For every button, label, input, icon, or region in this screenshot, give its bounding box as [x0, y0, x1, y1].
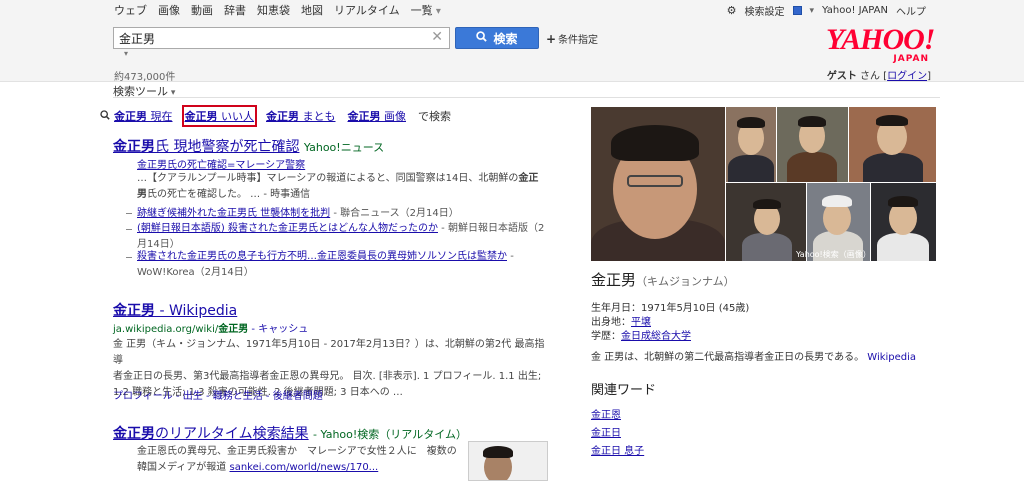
kp-main-photo[interactable]: [591, 107, 725, 261]
related-searches: 金正男 現在 金正男 いい人 金正男 まとも 金正男 画像 で検索: [100, 105, 451, 127]
nav-realtime[interactable]: リアルタイム: [334, 2, 400, 18]
kp-thumb-3[interactable]: [849, 107, 936, 182]
kp-related-heading: 関連ワード: [591, 383, 657, 398]
nav-video[interactable]: 動画: [191, 2, 213, 18]
search-box: ✕: [113, 27, 450, 49]
kp-related-item[interactable]: 金正日 息子: [591, 442, 644, 457]
yahoo-logo[interactable]: YAHOO! JAPAN: [826, 23, 935, 65]
cache-link[interactable]: - キャッシュ: [251, 324, 308, 335]
conditions-link[interactable]: + 条件指定: [546, 31, 598, 46]
nav-map[interactable]: 地図: [301, 2, 323, 18]
result-news-link-1: 跡継ぎ候補外れた金正男氏 世襲体制を批判 - 聯合ニュース（2月14日）: [137, 208, 459, 219]
nav-more[interactable]: 一覧: [411, 2, 441, 18]
result-title-1[interactable]: 金正男氏 現地警察が死亡確認 Yahoo!ニュース: [113, 136, 384, 156]
kp-thumb-1[interactable]: [726, 107, 776, 182]
result-sub-headline[interactable]: 金正男氏の死亡確認=マレーシア警察: [137, 156, 305, 171]
kp-birth: 生年月日：1971年5月10日 (45歳): [591, 303, 750, 314]
kp-thumb-2[interactable]: [777, 107, 848, 182]
guest-close: ]: [927, 71, 931, 82]
result-count: 約473,000件: [114, 72, 176, 83]
result-thumbnail[interactable]: [468, 441, 548, 481]
top-right-links: ⚙ 検索設定 ▾ Yahoo! JAPAN ヘルプ: [727, 3, 926, 18]
kp-wikipedia-link[interactable]: Wikipedia: [867, 352, 916, 363]
kp-image-caption[interactable]: Yahoo!検索（画像）: [796, 249, 871, 260]
bullet: [126, 257, 132, 258]
theme-square-icon[interactable]: [792, 6, 802, 15]
nav-images[interactable]: 画像: [158, 2, 180, 18]
related-item-genzai[interactable]: 金正男 現在: [114, 108, 173, 124]
kp-related-item[interactable]: 金正恩: [591, 406, 621, 421]
related-item-iihito[interactable]: 金正男 いい人: [181, 105, 257, 127]
result-sitelinks[interactable]: プロフィール - 出生 - 職務と生活 - 後継者問題: [113, 387, 323, 402]
header: ウェブ 画像 動画 辞書 知恵袋 地図 リアルタイム 一覧 ⚙ 検索設定 ▾ Y…: [0, 0, 1024, 83]
search-icon: [100, 109, 110, 123]
yahoo-japan-link[interactable]: Yahoo! JAPAN: [822, 5, 888, 16]
plus-icon: +: [546, 32, 557, 46]
kp-thumb-4[interactable]: [726, 183, 806, 261]
search-button[interactable]: 検索: [455, 27, 539, 49]
kp-related-item[interactable]: 金正日: [591, 424, 621, 439]
related-item-gazou[interactable]: 金正男 画像: [348, 108, 407, 124]
realtime-link[interactable]: sankei.com/world/news/170...: [230, 462, 379, 473]
result-source-3: - Yahoo!検索（リアルタイム）: [313, 428, 467, 441]
result-url-2: ja.wikipedia.org/wiki/金正男 - キャッシュ: [113, 324, 309, 335]
search-assist-toggle-icon[interactable]: ▾: [124, 49, 128, 58]
service-nav: ウェブ 画像 動画 辞書 知恵袋 地図 リアルタイム 一覧: [114, 2, 441, 18]
clear-icon[interactable]: ✕: [431, 29, 443, 45]
result-snippet-3: 金正恩氏の異母兄、金正男氏殺害か マレーシアで女性２人に 複数の 韓国メディアが…: [137, 446, 457, 473]
bullet: [126, 229, 132, 230]
guest-status: ゲスト さん [ログイン]: [827, 67, 931, 82]
conditions-label: 条件指定: [558, 35, 599, 46]
result-news-link-3: 殺害された金正男氏の息子も行方不明…金正恩委員長の異母姉ソルソン氏は監禁か - …: [137, 251, 514, 278]
login-link[interactable]: ログイン: [887, 71, 927, 82]
kp-school: 学歴：金日成総合大学: [591, 331, 691, 342]
result-title-3[interactable]: 金正男のリアルタイム検索結果 - Yahoo!検索（リアルタイム）: [113, 423, 467, 443]
search-input[interactable]: [114, 28, 424, 48]
search-settings-link[interactable]: 検索設定: [745, 3, 785, 18]
search-icon: [476, 31, 488, 45]
kp-origin: 出身地：平壌: [591, 317, 651, 328]
bullet: [126, 213, 132, 214]
related-item-matomo[interactable]: 金正男 まとも: [266, 108, 336, 124]
guest-suffix: さん [: [856, 71, 888, 82]
nav-web[interactable]: ウェブ: [114, 2, 147, 18]
related-suffix: で検索: [418, 110, 451, 123]
result-snippet-1: …【クアラルンプール時事】マレーシアの報道によると、同国警察は14日、北朝鮮の金…: [137, 173, 539, 200]
kp-description: 金 正男は、北朝鮮の第二代最高指導者金正日の長男である。 Wikipedia: [591, 352, 917, 363]
nav-dictionary[interactable]: 辞書: [224, 2, 246, 18]
caret-down-icon[interactable]: ▾: [810, 6, 815, 16]
search-button-label: 検索: [493, 31, 518, 46]
guest-name: ゲスト: [826, 71, 857, 82]
divider: [113, 97, 940, 98]
result-source-1: Yahoo!ニュース: [303, 141, 385, 154]
help-link[interactable]: ヘルプ: [896, 3, 926, 18]
logo-sub: JAPAN: [893, 54, 929, 64]
result-title-2[interactable]: 金正男 - Wikipedia: [113, 300, 237, 320]
nav-chiebukuro[interactable]: 知恵袋: [257, 2, 290, 18]
logo-text: YAHOO!: [826, 23, 935, 56]
kp-title: 金正男（キムジョンナム）: [591, 271, 735, 289]
gear-icon: ⚙: [726, 4, 737, 17]
kp-thumb-6[interactable]: [871, 183, 936, 261]
